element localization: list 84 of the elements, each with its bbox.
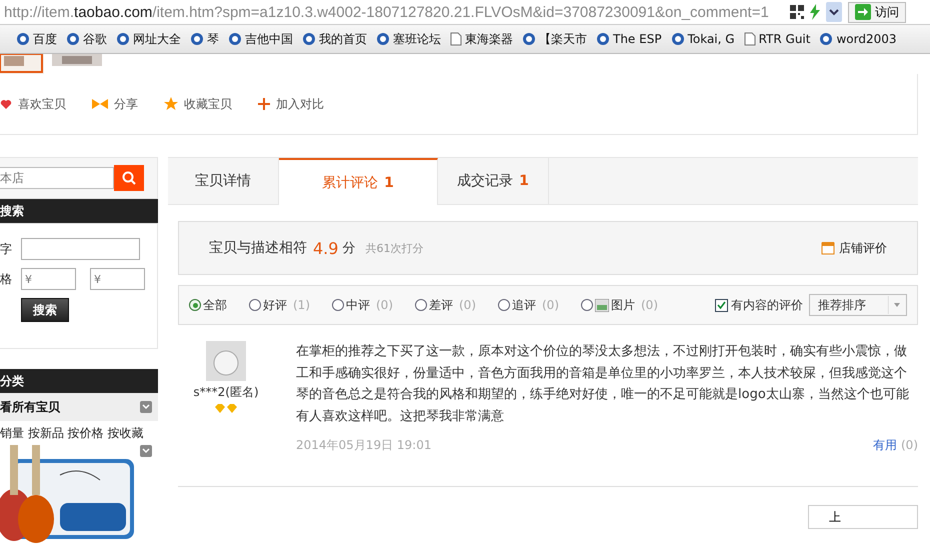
star-icon — [164, 97, 178, 111]
rating-label: 宝贝与描述相符 — [209, 239, 307, 257]
radio-icon[interactable] — [332, 299, 344, 311]
filter-radio[interactable]: 追评 (0) — [498, 296, 559, 314]
filter-radio[interactable]: 差评 (0) — [415, 296, 476, 314]
site-icon — [596, 32, 610, 46]
tab[interactable]: 成交记录 1 — [438, 158, 549, 204]
shop-search-field[interactable]: 本店 — [0, 167, 114, 189]
site-icon — [376, 32, 390, 46]
go-button[interactable]: 访问 — [848, 2, 906, 22]
page-icon — [450, 32, 462, 46]
radio-icon[interactable] — [581, 299, 593, 311]
shop-rating-link[interactable]: 店铺评价 — [821, 240, 887, 256]
radio-icon[interactable] — [498, 299, 510, 311]
radio-icon[interactable] — [415, 299, 427, 311]
bookmark-link[interactable]: The ESP — [596, 32, 662, 46]
sort-links[interactable]: 销量 按新品 按价格 按收藏 — [0, 421, 158, 445]
bookmark-link[interactable]: 我的首页 — [302, 30, 367, 48]
site-icon — [670, 32, 685, 46]
search-icon — [122, 171, 136, 185]
bookmark-link[interactable]: RTR Guit — [744, 32, 810, 46]
filter-radio[interactable]: 全部 — [189, 296, 227, 314]
section-title: 搜索 — [0, 199, 158, 223]
filter-radio[interactable]: 图片 (0) — [581, 296, 658, 314]
sort-select[interactable]: 推荐排序 — [809, 294, 907, 316]
site-icon — [228, 32, 242, 46]
bookmark-link[interactable]: word2003 — [819, 32, 897, 46]
plus-icon — [258, 98, 270, 110]
filter-radio[interactable]: 好评 (1) — [249, 296, 310, 314]
image-icon — [595, 298, 609, 312]
field-label: 格 — [0, 270, 13, 288]
chevron-icon[interactable] — [140, 401, 152, 413]
avatar-icon — [206, 341, 246, 381]
site-icon — [66, 32, 80, 46]
score-unit: 分 — [342, 240, 356, 257]
action-link[interactable]: 分享 — [92, 96, 138, 112]
prev-page-button[interactable]: 上 — [808, 505, 918, 529]
rating-score: 4.9 — [313, 238, 338, 258]
bookmark-link[interactable]: 谷歌 — [66, 30, 107, 48]
site-icon — [16, 32, 30, 46]
bookmark-link[interactable]: 東海楽器 — [450, 30, 513, 48]
section-title: 分类 — [0, 369, 158, 393]
site-icon — [819, 32, 834, 46]
filter-radio[interactable]: 中评 (0) — [332, 296, 393, 314]
diamond-icon — [214, 404, 238, 413]
search-button[interactable] — [114, 165, 144, 191]
shop-icon — [821, 241, 835, 255]
bookmark-link[interactable]: 塞班论坛 — [376, 30, 441, 48]
max-price-field[interactable]: ¥ — [90, 268, 145, 290]
site-icon — [190, 32, 204, 46]
lightning-icon[interactable] — [810, 4, 820, 20]
tab[interactable]: 累计评论 1 — [279, 158, 438, 205]
rating-total: 共61次打分 — [365, 240, 424, 256]
action-link[interactable]: 喜欢宝贝 — [0, 96, 66, 112]
bookmark-link[interactable]: 网址大全 — [116, 30, 181, 48]
min-price-field[interactable]: ¥ — [21, 268, 76, 290]
bookmark-link[interactable]: 百度 — [16, 30, 57, 48]
bookmark-link[interactable]: 【楽天市 — [522, 30, 587, 48]
share-icon — [92, 98, 108, 110]
bookmark-link[interactable]: Tokai, G — [670, 32, 735, 46]
action-link[interactable]: 收藏宝贝 — [164, 96, 232, 112]
review-date: 2014年05月19日 19:01 — [296, 437, 432, 454]
chevron-icon[interactable] — [140, 445, 152, 457]
site-icon — [302, 32, 316, 46]
radio-icon[interactable] — [249, 299, 261, 311]
qr-code-icon[interactable] — [790, 5, 804, 19]
url-field[interactable]: http://item.taobao.com/item.htm?spm=a1z10.3.w4002-1807127820.21.FLVOsM&id=37087230091&on_comment=1 — [4, 4, 784, 20]
page-icon — [744, 32, 756, 46]
bookmark-link[interactable]: 琴 — [190, 30, 219, 48]
search-submit-button[interactable]: 搜索 — [21, 298, 69, 322]
keyword-field[interactable] — [21, 238, 140, 260]
radio-icon[interactable] — [189, 299, 201, 311]
reviewer-name: s***2(匿名) — [193, 384, 259, 401]
site-icon — [116, 32, 130, 46]
heart-icon — [0, 98, 12, 110]
check-icon — [717, 300, 726, 310]
site-icon — [522, 32, 536, 46]
bookmark-link[interactable]: 吉他中国 — [228, 30, 293, 48]
review-text: 在掌柜的推荐之下买了这一款，原本对这个价位的琴没太多想法，不过刚打开包装时，确实有些小震惊，做工和手感确实很好，份量适中，音色方面我用的音箱是单位里的小功率罗兰，本人技术较屎，但我感觉这个琴的音色总之是符合我的风格和期望的，练手绝对好使，唯一的不足可能就是logo太山寨，当然这个也可能有人喜欢这样吧。这把琴我非常满意 — [296, 343, 910, 426]
field-label: 字 — [0, 240, 13, 258]
useful-link[interactable]: 有用 (0) — [873, 437, 918, 454]
action-link[interactable]: 加入对比 — [258, 96, 324, 112]
dropdown-icon[interactable] — [826, 2, 842, 22]
content-only-checkbox[interactable]: 有内容的评价 — [715, 296, 803, 314]
